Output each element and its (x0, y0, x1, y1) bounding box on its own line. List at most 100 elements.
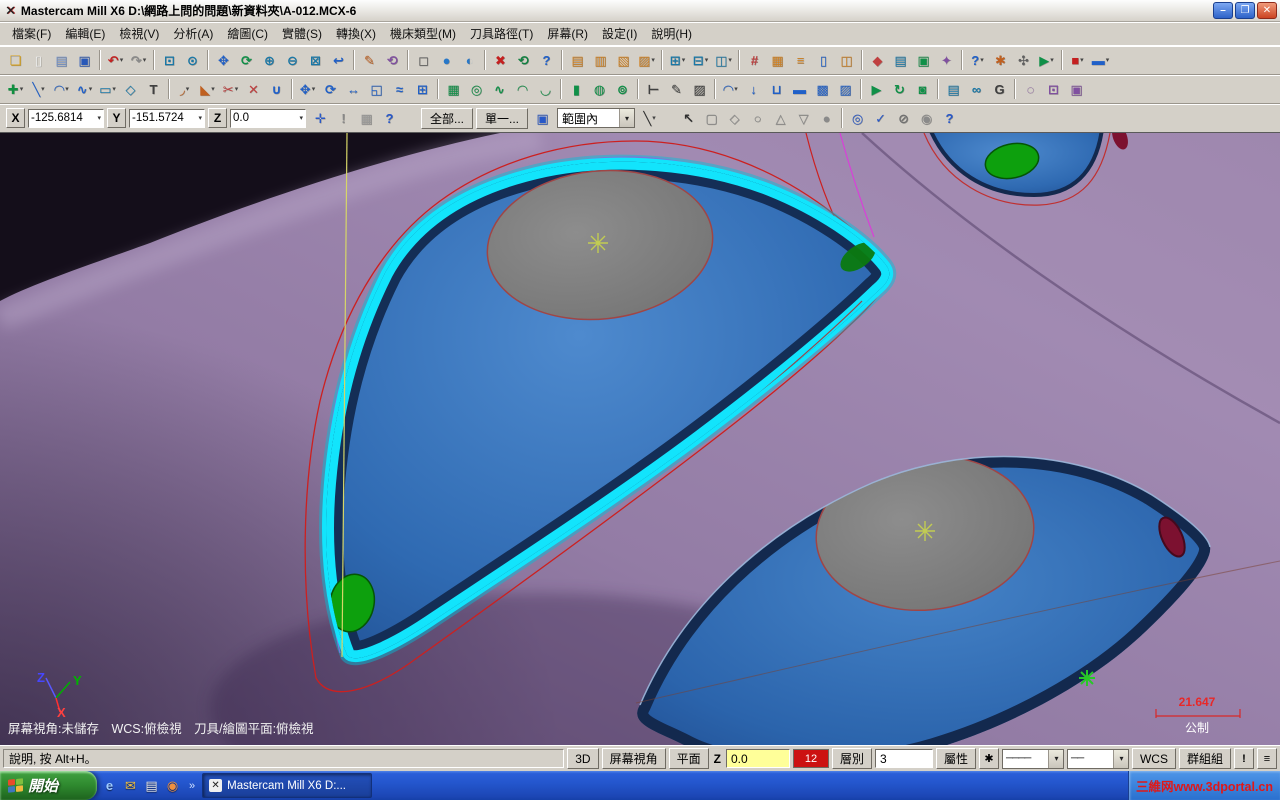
art-icon[interactable]: ✦ (935, 49, 958, 71)
menu-item-9[interactable]: 刀具路徑(T) (463, 22, 540, 45)
y-coord-label[interactable]: Y (107, 108, 126, 128)
quick-launch-overflow[interactable]: » (185, 771, 199, 800)
clear-selection-icon[interactable]: ⊘ (892, 107, 915, 129)
surface-loft-icon[interactable]: ◠ (511, 78, 534, 100)
select-area-icon[interactable]: △ (769, 107, 792, 129)
verify-icon[interactable]: ▶ (865, 78, 888, 100)
fastpoint-icon[interactable]: ! (332, 107, 355, 129)
redo-icon-dropdown[interactable]: ▾ (143, 56, 147, 64)
start-button[interactable]: 開始 (0, 771, 97, 800)
columns-icon[interactable]: ◫ (835, 49, 858, 71)
wireframe-icon[interactable]: ◻ (412, 49, 435, 71)
toolpath-contour-icon-dropdown[interactable]: ▾ (734, 85, 738, 93)
shaded-icon[interactable]: ● (435, 49, 458, 71)
plane-button[interactable]: 平面 (668, 748, 709, 769)
xform-mirror-icon[interactable]: ↔ (342, 78, 365, 100)
pan-icon[interactable]: ✥ (212, 49, 235, 71)
line-style-combo[interactable]: ──── ▾ (1001, 748, 1064, 769)
help-icon[interactable]: ? ▾ (966, 49, 989, 71)
addins-icon[interactable]: ✱ (989, 49, 1012, 71)
select-sphere-icon[interactable]: ● (815, 107, 838, 129)
line-style-icon[interactable]: ╲ ▾ (638, 107, 661, 129)
surface-net-icon[interactable]: ▦ (442, 78, 465, 100)
toolpath-face-icon[interactable]: ▬ (788, 78, 811, 100)
y-coord-dropdown[interactable]: ▾ (198, 114, 202, 122)
gview-front-icon[interactable]: ▥ (589, 49, 612, 71)
menu-item-8[interactable]: 機床類型(M) (383, 22, 463, 45)
zoom-window-icon[interactable]: ⊡ (158, 49, 181, 71)
tplane-icon[interactable]: ⊟ ▾ (689, 49, 712, 71)
create-arc-icon[interactable]: ◠ ▾ (50, 78, 73, 100)
wcs-plane-icon[interactable]: ◫ ▾ (712, 49, 735, 71)
menu-item-2[interactable]: 編輯(E) (58, 22, 112, 45)
screen-blank-icon[interactable]: ◌ (1019, 78, 1042, 100)
show-desktop-icon[interactable]: ▤ (141, 775, 162, 797)
select-all-button[interactable]: 全部... (421, 107, 474, 129)
save-icon[interactable]: ▣ (73, 49, 96, 71)
taskbar-task-mastercam[interactable]: ✕ Mastercam Mill X6 D:... (202, 773, 373, 798)
menu-item-5[interactable]: 繪圖(C) (220, 22, 275, 45)
operations-manager-icon[interactable]: ▤ (942, 78, 965, 100)
dimension-icon[interactable]: ⊢ (642, 78, 665, 100)
groups-button[interactable]: 群組組 (1178, 748, 1231, 769)
xform-translate-icon[interactable]: ✥ ▾ (296, 78, 319, 100)
x-coord-dropdown[interactable]: ▾ (97, 114, 101, 122)
select-result-icon[interactable]: ◉ (915, 107, 938, 129)
new-file-icon[interactable]: ▯ (27, 49, 50, 71)
create-line-icon-dropdown[interactable]: ▾ (41, 85, 45, 93)
xform-array-icon[interactable]: ⊞ (411, 78, 434, 100)
toolpath-drill-icon[interactable]: ↓ (742, 78, 765, 100)
autocursor-icon[interactable]: ✛ (309, 107, 332, 129)
select-single-button[interactable]: 單一... (476, 107, 529, 129)
select-vector-icon[interactable]: ▽ (792, 107, 815, 129)
regenerate-icon[interactable]: ⟲ (381, 49, 404, 71)
level-button[interactable]: 層別 (831, 748, 872, 769)
menu-item-11[interactable]: 設定(I) (595, 22, 644, 45)
material-icon[interactable]: ◆ (866, 49, 889, 71)
menu-item-3[interactable]: 檢視(V) (112, 22, 166, 45)
alert-button[interactable]: ! (1234, 748, 1254, 769)
open-file-icon[interactable]: ❏ (4, 49, 27, 71)
stats-icon[interactable]: ≡ (789, 49, 812, 71)
create-arc-icon-dropdown[interactable]: ▾ (65, 85, 69, 93)
entity-color-icon[interactable]: ■ ▾ (1066, 49, 1089, 71)
wcs-button[interactable]: WCS (1131, 748, 1176, 769)
menu-item-1[interactable]: 檔案(F) (5, 22, 58, 45)
create-polygon-icon[interactable]: ◇ (119, 78, 142, 100)
create-rectangle-icon-dropdown[interactable]: ▾ (112, 85, 116, 93)
y-coord-input[interactable]: -151.5724 ▾ (129, 108, 205, 128)
zoom-out-icon[interactable]: ⊖ (281, 49, 304, 71)
create-point-icon[interactable]: ✚ ▾ (4, 78, 27, 100)
undo-icon-dropdown[interactable]: ▾ (120, 56, 124, 64)
backplot-icon[interactable]: ↻ (888, 78, 911, 100)
z-coord-label[interactable]: Z (208, 108, 227, 128)
fillet-icon[interactable]: ◞ ▾ (173, 78, 196, 100)
xform-translate-icon-dropdown[interactable]: ▾ (312, 85, 316, 93)
internet-explorer-icon[interactable]: e (99, 775, 120, 797)
xform-scale-icon[interactable]: ◱ (365, 78, 388, 100)
level-list-icon-dropdown[interactable]: ▾ (1106, 56, 1110, 64)
analyze-icon[interactable]: ? (535, 49, 558, 71)
run-macro-icon[interactable]: ▶ ▾ (1035, 49, 1058, 71)
zoom-in-icon[interactable]: ⊕ (258, 49, 281, 71)
wcs-plane-icon-dropdown[interactable]: ▾ (728, 56, 732, 64)
undo-icon[interactable]: ↶ ▾ (104, 49, 127, 71)
select-window-icon[interactable]: ▢ (700, 107, 723, 129)
select-single-icon[interactable]: ○ (746, 107, 769, 129)
ram-saver-icon[interactable]: ▣ (1065, 78, 1088, 100)
solid-boolean-icon[interactable]: ⊚ (611, 78, 634, 100)
gview-iso-icon-dropdown[interactable]: ▾ (651, 56, 655, 64)
undelete-icon[interactable]: ⟲ (512, 49, 535, 71)
redo-icon[interactable]: ↷ ▾ (127, 49, 150, 71)
viewport-canvas[interactable]: Z Y X 屏幕視角:未儲存 WCS:俯檢視 刀具/繪圖平面:俯檢視 21.64… (0, 133, 1280, 745)
xform-offset-icon[interactable]: ≈ (388, 78, 411, 100)
create-spline-icon[interactable]: ∿ ▾ (73, 78, 96, 100)
delete-icon[interactable]: ✖ (489, 49, 512, 71)
repaint-icon[interactable]: ✎ (358, 49, 381, 71)
menu-item-10[interactable]: 屏幕(R) (540, 22, 595, 45)
report-icon[interactable]: ▯ (812, 49, 835, 71)
graphics-viewport[interactable]: Z Y X 屏幕視角:未儲存 WCS:俯檢視 刀具/繪圖平面:俯檢視 21.64… (0, 133, 1280, 745)
level-input[interactable]: 3 (874, 749, 933, 768)
screen-unblank-icon[interactable]: ⊡ (1042, 78, 1065, 100)
x-coord-label[interactable]: X (6, 108, 25, 128)
